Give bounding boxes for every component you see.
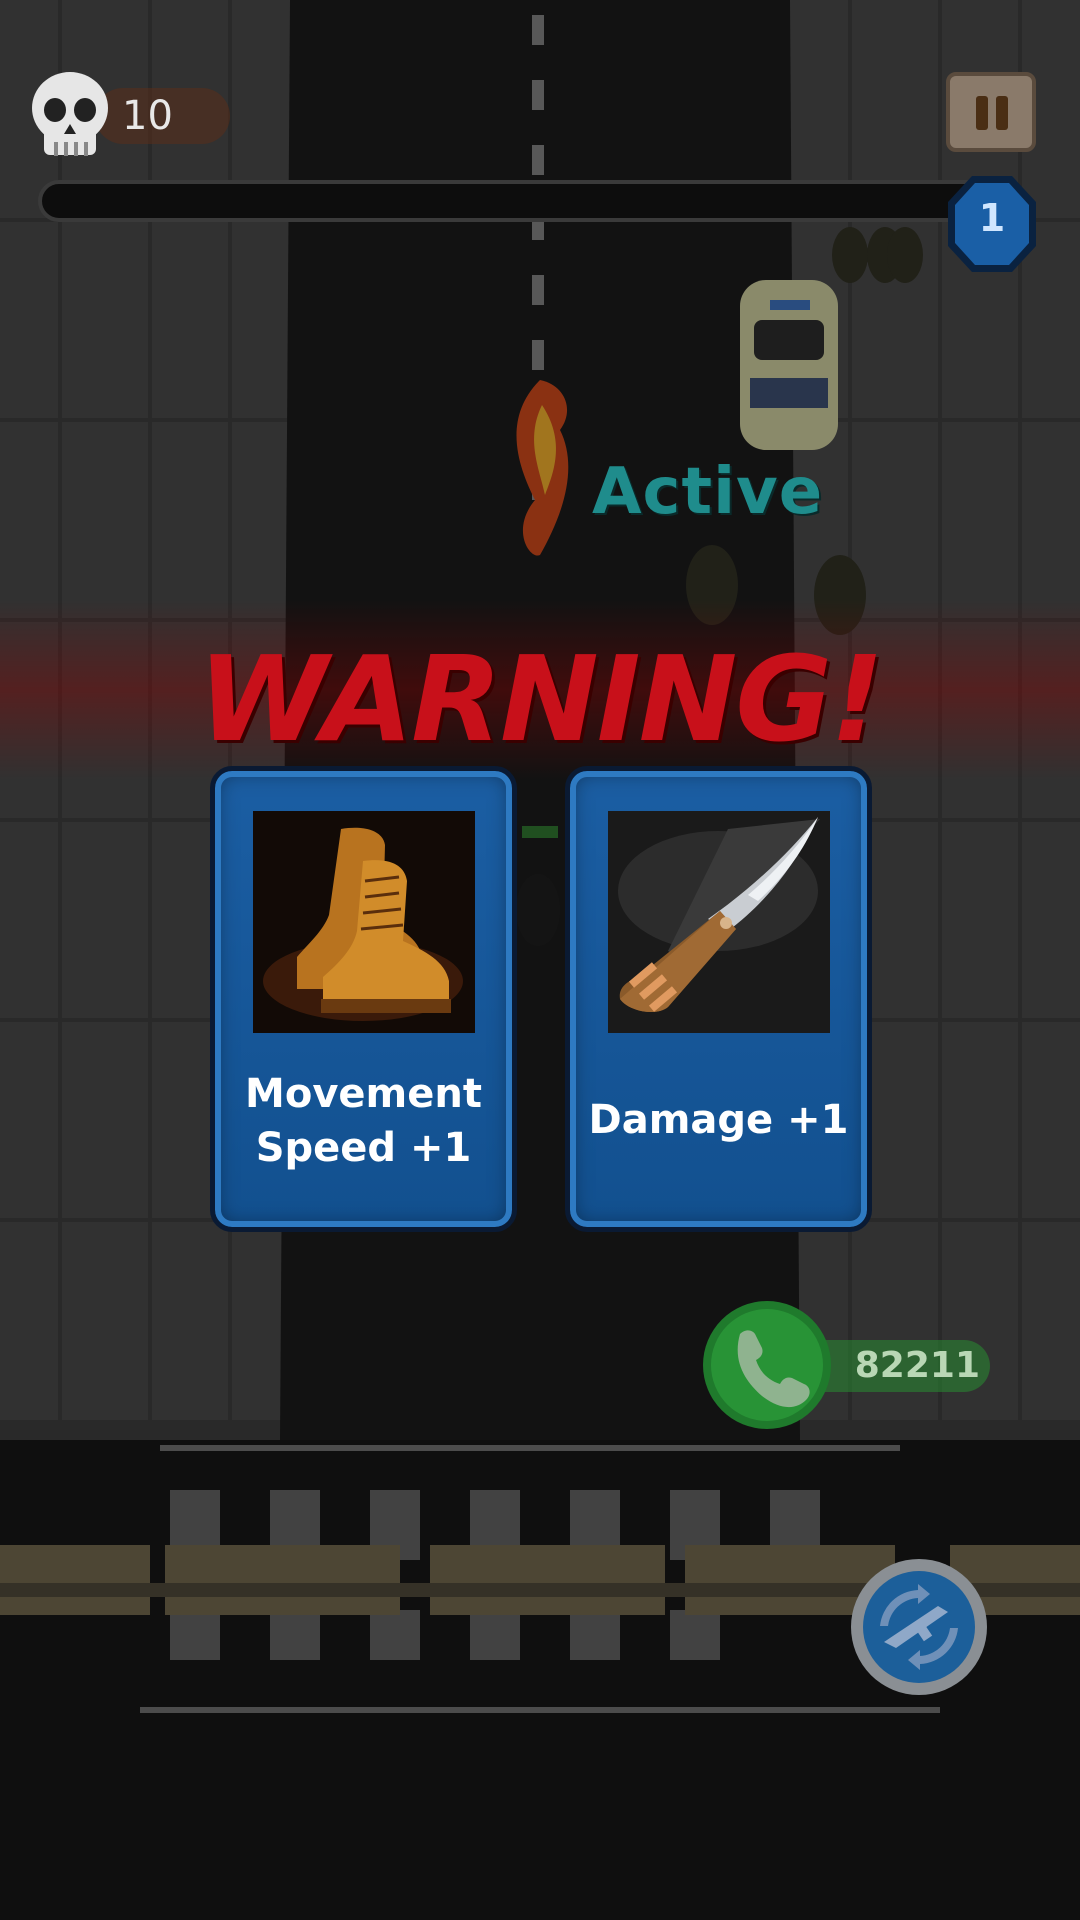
upgrade-label-line1: Movement [245,1071,482,1117]
pause-button[interactable] [946,72,1036,152]
boots-icon [253,811,475,1033]
kill-count: 10 [122,93,173,139]
level-progress-bar [38,180,988,222]
upgrade-card-damage[interactable]: Damage +1 [565,766,872,1232]
level-number: 1 [978,196,1006,240]
warning-banner: WARNING! [197,630,884,768]
upgrade-label: Damage +1 [588,1097,849,1143]
upgrade-card-movement-speed[interactable]: Movement Speed +1 [210,766,517,1232]
skull-icon [32,72,108,156]
phone-button[interactable] [700,1298,835,1433]
upgrade-label-line2: Speed +1 [255,1125,472,1171]
active-status-label: Active [592,455,824,529]
knife-icon [608,811,830,1033]
weapon-swap-button[interactable] [848,1556,990,1698]
